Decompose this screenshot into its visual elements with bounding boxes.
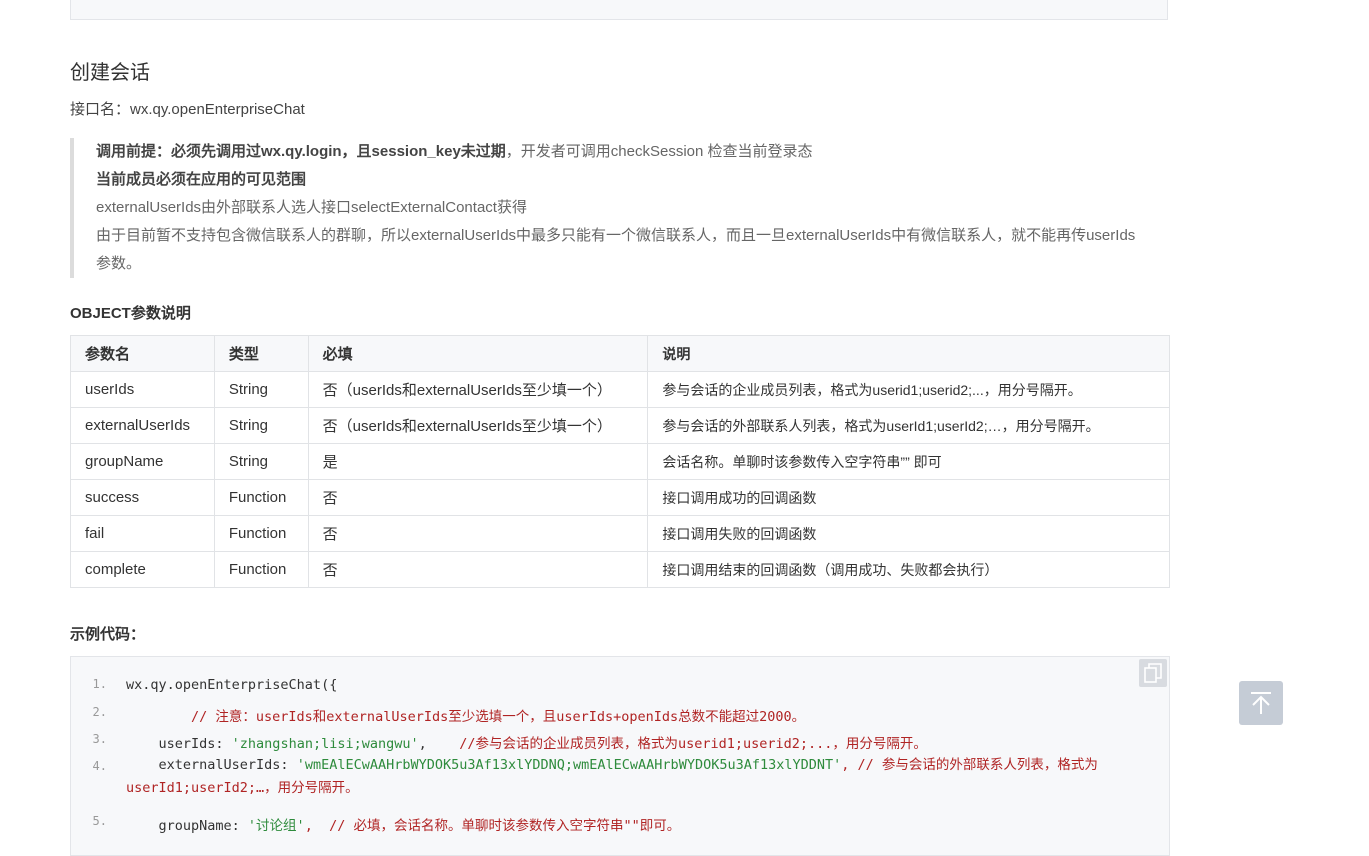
cell-description: 接口调用结束的回调函数（调用成功、失败都会执行） (647, 551, 1170, 588)
code-block: 1. wx.qy.openEnterpriseChat({ 2. // 注意：u… (70, 656, 1170, 856)
api-name-label: 接口名： (70, 101, 131, 118)
params-table: 参数名 类型 必填 说明 userIds String 否（userIds和ex… (70, 335, 1170, 588)
cell-required: 否 (307, 551, 649, 588)
notice-line-4: 由于目前暂不支持包含微信联系人的群聊，所以externalUserIds中最多只… (96, 227, 1136, 272)
code-text: userIds: 'zhangshan;lisi;wangwu', //参与会话… (126, 732, 927, 752)
cell-description: 参与会话的外部联系人列表，格式为userId1;userId2;…，用分号隔开。 (647, 407, 1170, 444)
line-number: 3. (92, 732, 107, 746)
cell-param-name: complete (70, 551, 215, 588)
cell-description: 参与会话的企业成员列表，格式为userid1;userid2;...，用分号隔开… (647, 371, 1170, 408)
cell-type: Function (213, 479, 309, 516)
cell-required: 是 (307, 443, 649, 480)
cell-type: String (213, 407, 309, 444)
cell-type: String (213, 443, 309, 480)
table-row: groupName String 是 会话名称。单聊时该参数传入空字符串”” 即… (70, 443, 1170, 480)
cell-required: 否 (307, 479, 649, 516)
line-number: 5. (92, 814, 107, 828)
line-number: 1. (92, 677, 107, 691)
cell-description: 接口调用成功的回调函数 (647, 479, 1170, 516)
copy-icon (1144, 663, 1162, 683)
notice-line-2: 当前成员必须在应用的可见范围 (96, 166, 1168, 194)
table-row: externalUserIds String 否（userIds和externa… (70, 407, 1170, 444)
table-row: fail Function 否 接口调用失败的回调函数 (70, 515, 1170, 552)
code-string: '讨论组' (247, 818, 305, 834)
code-key: externalUserIds: (126, 757, 297, 773)
header-param-name: 参数名 (70, 335, 215, 372)
code-comment: , // 必填，会话名称。单聊时该参数传入空字符串""即可。 (304, 818, 681, 834)
table-row: userIds String 否（userIds和externalUserIds… (70, 371, 1170, 408)
line-number: 4. (92, 759, 107, 773)
notice-line-1: 调用前提：必须先调用过wx.qy.login，且session_key未过期，开… (96, 138, 1168, 166)
arrow-up-icon (1251, 692, 1271, 714)
copy-code-button[interactable] (1139, 659, 1167, 687)
cell-type: Function (213, 515, 309, 552)
api-name: 接口名：wx.qy.openEnterpriseChat (70, 98, 305, 119)
line-number: 2. (92, 705, 107, 719)
notice-line-1-rest: ，开发者可调用checkSession 检查当前登录态 (505, 143, 813, 160)
code-key: groupName: (126, 818, 248, 834)
code-text: groupName: '讨论组', // 必填，会话名称。单聊时该参数传入空字符… (126, 814, 681, 834)
notice-line-3: externalUserIds由外部联系人选人接口selectExternalC… (96, 199, 527, 216)
cell-type: String (213, 371, 309, 408)
previous-code-block (70, 0, 1168, 20)
back-to-top-button[interactable] (1239, 681, 1283, 725)
api-name-value: wx.qy.openEnterpriseChat (130, 101, 305, 118)
object-params-title: OBJECT参数说明 (70, 305, 191, 322)
table-header-row: 参数名 类型 必填 说明 (70, 335, 1170, 372)
cell-required: 否 (307, 515, 649, 552)
code-punct: , (418, 736, 460, 752)
code-text: wx.qy.openEnterpriseChat({ (126, 677, 338, 693)
cell-param-name: externalUserIds (70, 407, 215, 444)
code-string: 'wmEAlECwAAHrbWYDOK5u3Af13xlYDDNQ;wmEAlE… (296, 757, 842, 773)
cell-description: 接口调用失败的回调函数 (647, 515, 1170, 552)
cell-required: 否（userIds和externalUserIds至少填一个） (307, 407, 649, 444)
code-key: userIds: (126, 736, 232, 752)
cell-param-name: groupName (70, 443, 215, 480)
notice-line-1-bold: 调用前提：必须先调用过wx.qy.login，且session_key未过期 (96, 143, 506, 160)
code-text: externalUserIds: 'wmEAlECwAAHrbWYDOK5u3A… (126, 754, 1151, 800)
header-type: 类型 (213, 335, 309, 372)
code-comment: // 注意：userIds和externalUserIds至少选填一个，且use… (126, 709, 806, 725)
cell-param-name: fail (70, 515, 215, 552)
section-title: 创建会话 (70, 62, 150, 84)
code-comment: //参与会话的企业成员列表，格式为userid1;userid2;...，用分号… (459, 736, 927, 752)
cell-type: Function (213, 551, 309, 588)
cell-param-name: success (70, 479, 215, 516)
notice-line-2-bold: 当前成员必须在应用的可见范围 (96, 171, 307, 188)
table-row: complete Function 否 接口调用结束的回调函数（调用成功、失败都… (70, 551, 1170, 588)
header-description: 说明 (647, 335, 1170, 372)
notice-blockquote: 调用前提：必须先调用过wx.qy.login，且session_key未过期，开… (70, 138, 1168, 278)
cell-required: 否（userIds和externalUserIds至少填一个） (307, 371, 649, 408)
example-code-title: 示例代码： (70, 626, 146, 643)
cell-description: 会话名称。单聊时该参数传入空字符串”” 即可 (647, 443, 1170, 480)
cell-param-name: userIds (70, 371, 215, 408)
table-row: success Function 否 接口调用成功的回调函数 (70, 479, 1170, 516)
header-required: 必填 (307, 335, 649, 372)
code-string: 'zhangshan;lisi;wangwu' (231, 736, 419, 752)
